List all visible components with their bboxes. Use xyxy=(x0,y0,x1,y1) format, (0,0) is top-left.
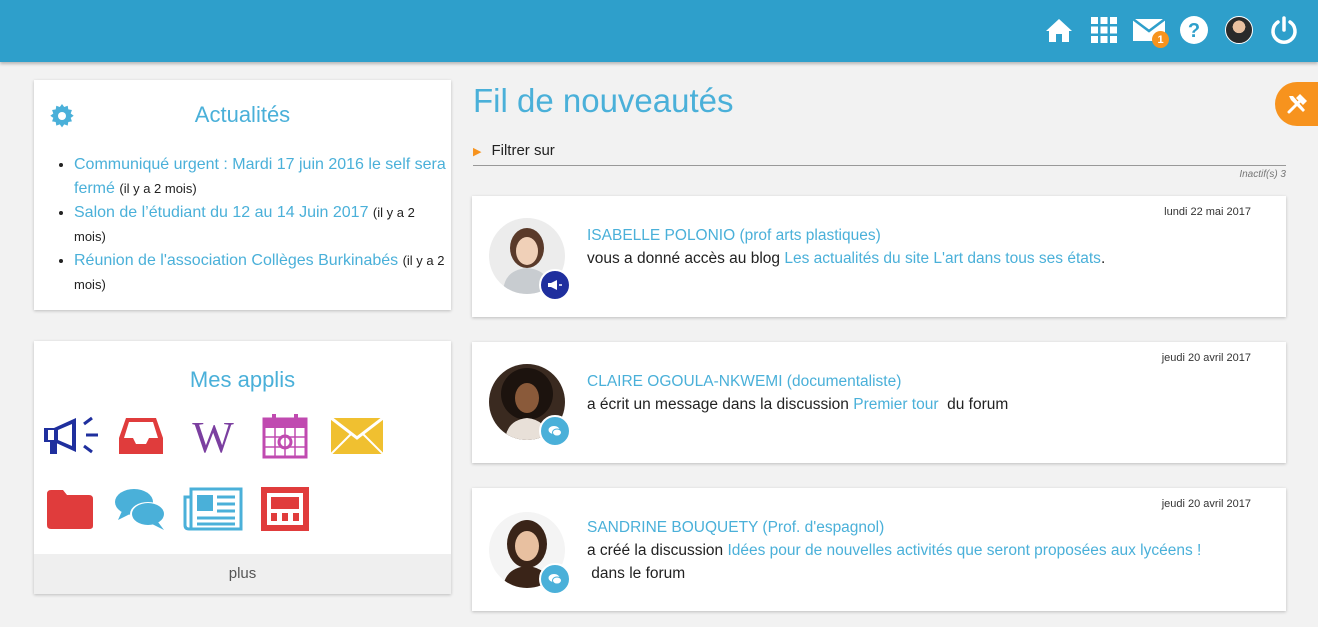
news-list: Communiqué urgent : Mardi 17 juin 2016 l… xyxy=(74,153,446,297)
entry-text-before: a créé la discussion xyxy=(587,542,728,559)
megaphone-icon[interactable] xyxy=(40,411,102,461)
svg-text:W: W xyxy=(192,416,234,456)
feed-title: Fil de nouveautés xyxy=(473,82,734,119)
entry-author[interactable]: SANDRINE BOUQUETY (Prof. d'espagnol) xyxy=(587,516,1247,539)
entry-date: jeudi 20 avril 2017 xyxy=(1161,498,1251,510)
wiki-icon[interactable]: W xyxy=(182,411,244,461)
entry-date: jeudi 20 avril 2017 xyxy=(1161,352,1251,364)
news-link[interactable]: Salon de l’étudiant du 12 au 14 Juin 201… xyxy=(74,204,368,221)
entry-body: ISABELLE POLONIO (prof arts plastiques) … xyxy=(587,224,1247,270)
apps-widget: Mes applis W plus xyxy=(34,341,451,594)
entry-link[interactable]: Idées pour de nouvelles activités que se… xyxy=(727,542,1201,559)
feed-entry: jeudi 20 avril 2017 SANDRINE BOUQUETY (P… xyxy=(472,488,1286,611)
chat-icon xyxy=(539,563,571,595)
filter-label: Filtrer sur xyxy=(491,142,555,159)
pages-icon[interactable] xyxy=(254,484,316,534)
triangle-right-icon: ▶ xyxy=(473,146,482,158)
entry-body: CLAIRE OGOULA-NKWEMI (documentaliste) a … xyxy=(587,370,1247,416)
entry-text-after: . xyxy=(1100,250,1106,267)
newspaper-icon[interactable] xyxy=(182,484,244,534)
folder-icon[interactable] xyxy=(39,484,101,534)
tools-icon xyxy=(1287,94,1307,114)
entry-date: lundi 22 mai 2017 xyxy=(1164,206,1251,218)
chat-icon[interactable] xyxy=(110,484,172,534)
power-icon[interactable] xyxy=(1261,14,1306,46)
filter-toggle[interactable]: ▶ Filtrer sur xyxy=(473,142,1286,166)
news-item: Communiqué urgent : Mardi 17 juin 2016 l… xyxy=(74,153,446,201)
feed-entry: lundi 22 mai 2017 ISABELLE POLONIO (prof… xyxy=(472,196,1286,317)
apps-title: Mes applis xyxy=(189,367,296,392)
entry-text: a créé la discussion Idées pour de nouve… xyxy=(587,539,1247,585)
mail-icon[interactable]: 1 xyxy=(1126,14,1171,48)
top-navbar: 1 ? xyxy=(0,0,1318,62)
entry-author[interactable]: ISABELLE POLONIO (prof arts plastiques) xyxy=(587,224,1247,247)
more-apps-button[interactable]: plus xyxy=(34,554,451,594)
entry-text-before: vous a donné accès au blog xyxy=(587,250,785,267)
mail-icon[interactable] xyxy=(326,411,388,461)
entry-text-after: du forum xyxy=(938,396,1009,413)
news-item: Salon de l’étudiant du 12 au 14 Juin 201… xyxy=(74,201,446,249)
entry-link[interactable]: Les actualités du site L'art dans tous s… xyxy=(784,250,1101,267)
entry-text: vous a donné accès au blog Les actualité… xyxy=(587,247,1247,270)
calendar-icon[interactable] xyxy=(254,411,316,461)
news-ago: (il y a 2 mois) xyxy=(119,181,197,196)
apps-grid-icon[interactable] xyxy=(1081,14,1126,46)
news-item: Réunion de l'association Collèges Burkin… xyxy=(74,249,446,297)
entry-link[interactable]: Premier tour xyxy=(853,396,938,413)
top-icons: 1 ? xyxy=(1036,14,1306,48)
entry-author[interactable]: CLAIRE OGOULA-NKWEMI (documentaliste) xyxy=(587,370,1247,393)
inactive-count: Inactif(s) 3 xyxy=(1239,169,1286,180)
entry-body: SANDRINE BOUQUETY (Prof. d'espagnol) a c… xyxy=(587,516,1247,585)
svg-text:?: ? xyxy=(1187,20,1199,42)
home-icon[interactable] xyxy=(1036,14,1081,46)
user-avatar[interactable] xyxy=(1216,14,1261,46)
megaphone-icon xyxy=(539,269,571,301)
entry-text-after: dans le forum xyxy=(587,565,686,582)
help-icon[interactable]: ? xyxy=(1171,14,1216,46)
feed-entry: jeudi 20 avril 2017 CLAIRE OGOULA-NKWEMI… xyxy=(472,342,1286,463)
mail-badge: 1 xyxy=(1152,31,1169,48)
inbox-icon[interactable] xyxy=(110,411,172,461)
entry-text: a écrit un message dans la discussion Pr… xyxy=(587,393,1247,416)
tools-button[interactable] xyxy=(1275,82,1318,126)
chat-icon xyxy=(539,415,571,447)
entry-text-before: a écrit un message dans la discussion xyxy=(587,396,854,413)
news-widget: Actualités Communiqué urgent : Mardi 17 … xyxy=(34,80,451,310)
news-link[interactable]: Réunion de l'association Collèges Burkin… xyxy=(74,252,398,269)
news-title: Actualités xyxy=(194,102,291,127)
